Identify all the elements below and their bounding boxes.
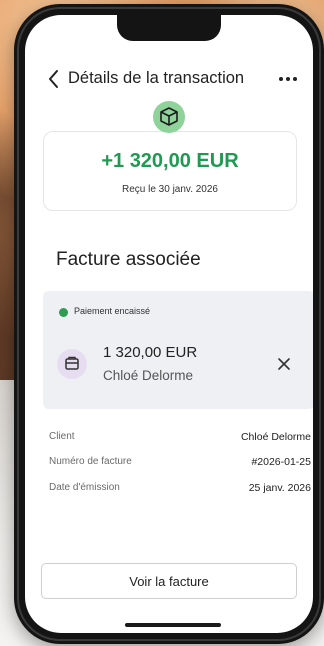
more-horizontal-icon[interactable] [277,71,299,87]
invoice-client: Chloé Delorme [103,368,194,383]
chevron-left-icon[interactable] [45,67,63,91]
status-dot-icon [59,308,68,317]
detail-row-invoice-number: Numéro de facture #2026-01-25 [49,456,311,472]
transaction-amount: +1 320,00 EUR [101,150,239,172]
transaction-avatar [153,101,185,133]
document-icon [65,356,79,370]
phone-notch [117,15,221,41]
received-date: Reçu le 30 janv. 2026 [122,184,218,195]
package-icon [160,107,178,126]
top-bar: Détails de la transaction [25,67,313,93]
close-icon[interactable] [277,357,291,371]
detail-label: Date d'émission [49,482,120,493]
detail-value: 25 janv. 2026 [248,482,311,494]
status-badge: Paiement encaissé [74,306,151,316]
home-indicator[interactable] [125,623,221,627]
detail-row-issue-date: Date d'émission 25 janv. 2026 [49,482,311,498]
page-title: Détails de la transaction [68,69,245,87]
section-title: Facture associée [56,249,201,270]
detail-label: Client [49,431,75,442]
view-invoice-button[interactable]: Voir la facture [41,563,297,599]
detail-value: #2026-01-25 [251,456,311,468]
linked-invoice-card[interactable]: Paiement encaissé 1 320,00 EUR Chloé Del… [43,291,313,409]
detail-value: Chloé Delorme [240,431,311,443]
transaction-amount-card: +1 320,00 EUR Reçu le 30 janv. 2026 [43,131,297,211]
phone-frame: Détails de la transaction +1 320,00 EUR … [14,4,324,644]
detail-label: Numéro de facture [49,456,132,467]
invoice-amount: 1 320,00 EUR [103,344,198,361]
detail-row-client: Client Chloé Delorme [49,431,311,447]
phone-screen: Détails de la transaction +1 320,00 EUR … [25,15,313,633]
invoice-avatar [57,349,87,379]
